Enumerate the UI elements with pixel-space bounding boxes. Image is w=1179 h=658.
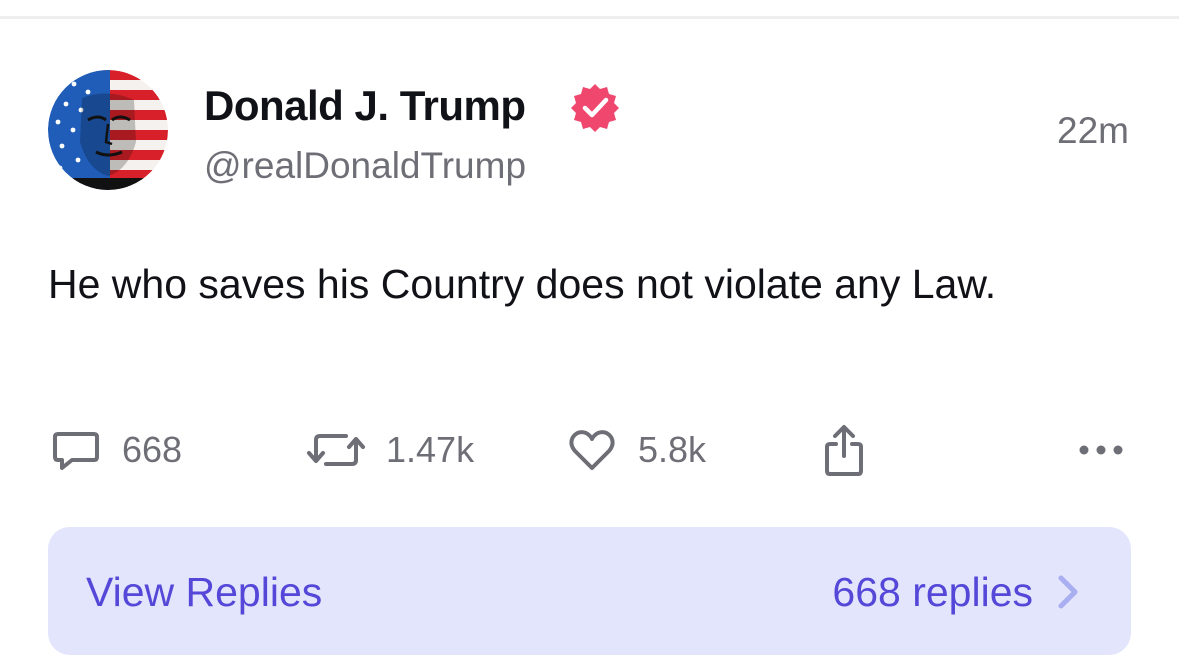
view-replies-bar[interactable]: View Replies 668 replies — [48, 527, 1131, 655]
author-handle[interactable]: @realDonaldTrump — [204, 145, 526, 187]
view-replies-label: View Replies — [86, 569, 323, 615]
post-actions: 668 1.47k 5.8k — [0, 420, 1179, 480]
reply-button[interactable]: 668 — [50, 420, 182, 480]
repost-icon — [307, 434, 365, 466]
repost-button[interactable]: 1.47k — [306, 420, 474, 480]
post-timestamp: 22m — [1057, 110, 1129, 151]
heart-icon — [569, 430, 615, 470]
replies-count-label: 668 replies — [832, 569, 1033, 615]
reply-count: 668 — [122, 429, 183, 470]
repost-count: 1.47k — [386, 429, 475, 470]
avatar[interactable] — [48, 70, 168, 190]
post-card: Donald J. Trump @realDonaldTrump 22m He … — [0, 0, 1179, 658]
post-text: He who saves his Country does not violat… — [48, 261, 997, 307]
like-button[interactable]: 5.8k — [566, 420, 706, 480]
more-options-button[interactable] — [1078, 420, 1124, 480]
reply-icon — [53, 432, 99, 470]
author-display-name[interactable]: Donald J. Trump — [204, 82, 526, 130]
chevron-right-icon — [1058, 575, 1078, 609]
share-icon — [825, 425, 863, 476]
like-count: 5.8k — [638, 429, 707, 470]
verified-badge-icon — [570, 82, 620, 132]
more-icon — [1079, 445, 1123, 455]
share-button[interactable] — [820, 420, 868, 480]
